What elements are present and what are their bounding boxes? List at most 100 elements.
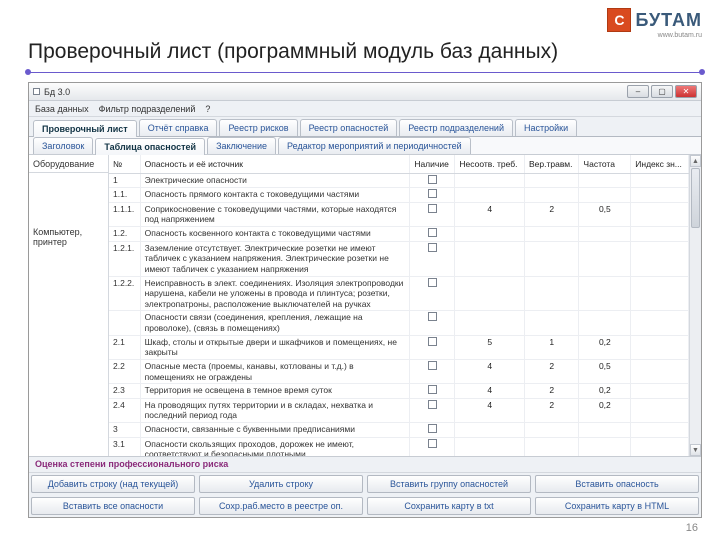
- scroll-down-icon[interactable]: ▼: [690, 444, 701, 456]
- cell-value: [631, 384, 689, 399]
- checkbox-icon[interactable]: [428, 439, 437, 448]
- col-header[interactable]: Частота: [579, 155, 631, 173]
- table-row[interactable]: 2.4На проводящих путях территории и в ск…: [109, 398, 689, 422]
- cell-value: 2: [525, 359, 579, 383]
- equipment-item[interactable]: Компьютер, принтер: [29, 223, 108, 251]
- cell-value: 4: [455, 384, 525, 399]
- checkbox-icon[interactable]: [428, 204, 437, 213]
- btn-insert-group[interactable]: Вставить группу опасностей: [367, 475, 531, 493]
- cell-checkbox[interactable]: [410, 384, 455, 399]
- btn-save-html[interactable]: Сохранить карту в HTML: [535, 497, 699, 515]
- cell-checkbox[interactable]: [410, 173, 455, 188]
- checkbox-icon[interactable]: [428, 400, 437, 409]
- col-header[interactable]: Наличие: [410, 155, 455, 173]
- table-row[interactable]: 1.2.Опасность косвенного контакта с токо…: [109, 227, 689, 242]
- cell-description: Опасности скользящих проходов, дорожек н…: [140, 437, 410, 456]
- vertical-scrollbar[interactable]: ▲ ▼: [689, 155, 701, 456]
- grid-area: Оборудование Компьютер, принтер №Опаснос…: [29, 155, 701, 457]
- table-row[interactable]: 1Электрические опасности: [109, 173, 689, 188]
- cell-description: На проводящих путях территории и в склад…: [140, 398, 410, 422]
- tab-checklist[interactable]: Проверочный лист: [33, 120, 137, 137]
- table-row[interactable]: 1.2.2.Неисправность в элект. соединениях…: [109, 276, 689, 311]
- menu-db[interactable]: База данных: [35, 104, 89, 114]
- cell-value: [631, 359, 689, 383]
- btn-insert-hazard[interactable]: Вставить опасность: [535, 475, 699, 493]
- checkbox-icon[interactable]: [428, 189, 437, 198]
- btn-insert-all[interactable]: Вставить все опасности: [31, 497, 195, 515]
- cell-number: 2.1: [109, 335, 140, 359]
- col-header[interactable]: Индекс зн...: [631, 155, 689, 173]
- cell-value: [525, 437, 579, 456]
- cell-value: [631, 202, 689, 226]
- table-row[interactable]: 2.2Опасные места (проемы, канавы, котлов…: [109, 359, 689, 383]
- cell-value: [455, 188, 525, 203]
- logo: С БУТАМ www.butam.ru: [607, 8, 702, 32]
- slide-title: Проверочный лист (программный модуль баз…: [28, 40, 558, 64]
- checkbox-icon[interactable]: [428, 243, 437, 252]
- hazard-grid[interactable]: №Опасность и её источникНаличиеНесоотв. …: [109, 155, 689, 456]
- checkbox-icon[interactable]: [428, 361, 437, 370]
- cell-checkbox[interactable]: [410, 227, 455, 242]
- col-header[interactable]: Несоотв. треб.: [455, 155, 525, 173]
- cell-number: 1.1.: [109, 188, 140, 203]
- cell-number: 3.1: [109, 437, 140, 456]
- menu-help[interactable]: ?: [205, 104, 210, 114]
- checkbox-icon[interactable]: [428, 228, 437, 237]
- table-row[interactable]: 1.2.1.Заземление отсутствует. Электричес…: [109, 241, 689, 276]
- cell-number: 2.3: [109, 384, 140, 399]
- col-header[interactable]: №: [109, 155, 140, 173]
- maximize-button[interactable]: ▢: [651, 85, 673, 98]
- cell-value: [579, 227, 631, 242]
- tab-dept-registry[interactable]: Реестр подразделений: [399, 119, 513, 136]
- subtab-conclusion[interactable]: Заключение: [207, 137, 276, 154]
- cell-checkbox[interactable]: [410, 276, 455, 311]
- col-header[interactable]: Вер.травм.: [525, 155, 579, 173]
- subtab-hazard-table[interactable]: Таблица опасностей: [95, 138, 205, 155]
- menu-filter[interactable]: Фильтр подразделений: [99, 104, 196, 114]
- table-row[interactable]: Опасности связи (соединения, крепления, …: [109, 311, 689, 335]
- subtab-editor[interactable]: Редактор мероприятий и периодичностей: [278, 137, 471, 154]
- cell-value: [525, 423, 579, 438]
- btn-save-txt[interactable]: Сохранить карту в txt: [367, 497, 531, 515]
- checkbox-icon[interactable]: [428, 278, 437, 287]
- table-row[interactable]: 2.3Территория не освещена в темное время…: [109, 384, 689, 399]
- btn-save-registry[interactable]: Сохр.раб.место в реестре оп.: [199, 497, 363, 515]
- cell-checkbox[interactable]: [410, 335, 455, 359]
- cell-value: [631, 335, 689, 359]
- checkbox-icon[interactable]: [428, 312, 437, 321]
- cell-checkbox[interactable]: [410, 241, 455, 276]
- checkbox-icon[interactable]: [428, 385, 437, 394]
- cell-checkbox[interactable]: [410, 423, 455, 438]
- subtab-header[interactable]: Заголовок: [33, 137, 93, 154]
- tab-risk-registry[interactable]: Реестр рисков: [219, 119, 297, 136]
- cell-value: [579, 188, 631, 203]
- cell-value: [525, 188, 579, 203]
- cell-checkbox[interactable]: [410, 359, 455, 383]
- minimize-button[interactable]: –: [627, 85, 649, 98]
- tab-hazard-registry[interactable]: Реестр опасностей: [300, 119, 398, 136]
- btn-add-row[interactable]: Добавить строку (над текущей): [31, 475, 195, 493]
- cell-value: [631, 241, 689, 276]
- checkbox-icon[interactable]: [428, 424, 437, 433]
- checkbox-icon[interactable]: [428, 175, 437, 184]
- cell-value: [455, 241, 525, 276]
- tab-settings[interactable]: Настройки: [515, 119, 577, 136]
- cell-checkbox[interactable]: [410, 188, 455, 203]
- scroll-thumb[interactable]: [691, 168, 700, 228]
- checkbox-icon[interactable]: [428, 337, 437, 346]
- table-row[interactable]: 3.1Опасности скользящих проходов, дороже…: [109, 437, 689, 456]
- cell-value: [455, 437, 525, 456]
- col-header[interactable]: Опасность и её источник: [140, 155, 410, 173]
- cell-checkbox[interactable]: [410, 398, 455, 422]
- table-row[interactable]: 3Опасности, связанные с буквенными предп…: [109, 423, 689, 438]
- table-row[interactable]: 1.1.1.Соприкосновение с токоведущими час…: [109, 202, 689, 226]
- cell-checkbox[interactable]: [410, 437, 455, 456]
- cell-checkbox[interactable]: [410, 311, 455, 335]
- btn-delete-row[interactable]: Удалить строку: [199, 475, 363, 493]
- close-button[interactable]: ✕: [675, 85, 697, 98]
- table-row[interactable]: 2.1Шкаф, столы и открытые двери и шкафчи…: [109, 335, 689, 359]
- table-row[interactable]: 1.1.Опасность прямого контакта с токовед…: [109, 188, 689, 203]
- tab-report[interactable]: Отчёт справка: [139, 119, 218, 136]
- cell-checkbox[interactable]: [410, 202, 455, 226]
- scroll-up-icon[interactable]: ▲: [690, 155, 701, 167]
